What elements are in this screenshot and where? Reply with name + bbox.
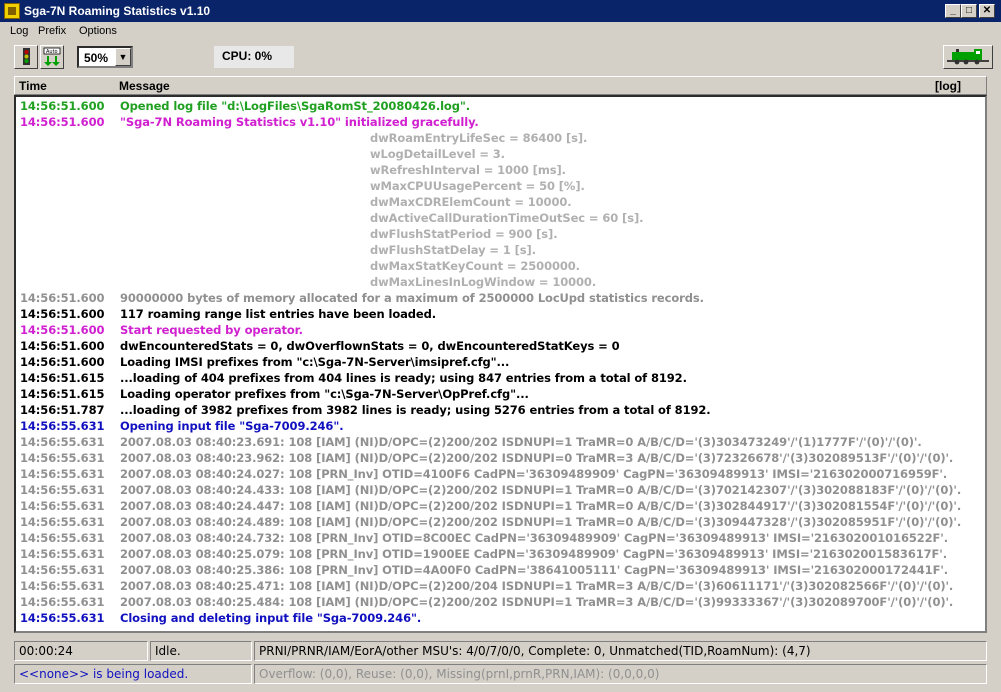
- log-time: 14:56:51.600: [20, 115, 105, 129]
- log-message: dwRoamEntryLifeSec = 86400 [s].: [370, 131, 588, 145]
- log-message: ...loading of 404 prefixes from 404 line…: [120, 371, 687, 385]
- overflow-status: Overflow: (0,0), Reuse: (0,0), Missing(p…: [254, 664, 987, 684]
- train-button[interactable]: [943, 45, 993, 69]
- log-time: 14:56:51.600: [20, 99, 105, 113]
- zoom-select[interactable]: 50% ▼: [77, 46, 133, 68]
- log-time: 14:56:55.631: [20, 531, 105, 545]
- log-time: 14:56:51.615: [20, 371, 105, 385]
- log-message: 2007.08.03 08:40:25.484: 108 [IAM] (NI)D…: [120, 595, 954, 609]
- auto-scroll-button[interactable]: Auto: [40, 45, 64, 69]
- log-time: 14:56:51.600: [20, 355, 105, 369]
- log-message: dwMaxCDRElemCount = 10000.: [370, 195, 572, 209]
- log-message: 90000000 bytes of memory allocated for a…: [120, 291, 704, 305]
- log-message: 2007.08.03 08:40:24.489: 108 [IAM] (NI)D…: [120, 515, 962, 529]
- message-column-header[interactable]: Message: [119, 79, 170, 93]
- log-time: 14:56:55.631: [20, 595, 105, 609]
- window-title: Sga-7N Roaming Statistics v1.10: [24, 4, 211, 18]
- zoom-value: 50%: [84, 51, 109, 65]
- log-time: 14:56:55.631: [20, 515, 105, 529]
- log-message: dwEncounteredStats = 0, dwOverflownStats…: [120, 339, 620, 353]
- log-time: 14:56:51.600: [20, 339, 105, 353]
- log-column-header-label[interactable]: [log]: [935, 79, 961, 93]
- log-message: dwMaxLinesInLogWindow = 10000.: [370, 275, 597, 289]
- log-message: 117 roaming range list entries have been…: [120, 307, 437, 321]
- log-message: 2007.08.03 08:40:24.447: 108 [IAM] (NI)D…: [120, 499, 962, 513]
- log-message: 2007.08.03 08:40:23.691: 108 [IAM] (NI)D…: [120, 435, 922, 449]
- log-list[interactable]: 14:56:51.600 Opened log file "d:\LogFiles…: [14, 95, 987, 633]
- time-column-header[interactable]: Time: [19, 79, 47, 93]
- log-time: 14:56:51.600: [20, 291, 105, 305]
- log-message: 2007.08.03 08:40:24.027: 108 [PRN_Inv] O…: [120, 467, 948, 481]
- train-icon: [947, 49, 989, 65]
- log-time: 14:56:55.631: [20, 451, 105, 465]
- log-message: wMaxCPUUsagePercent = 50 [%].: [370, 179, 585, 193]
- log-time: 14:56:55.631: [20, 499, 105, 513]
- log-message: Opened log file "d:\LogFiles\SgaRomSt_20…: [120, 99, 471, 113]
- log-message: dwFlushStatPeriod = 900 [s].: [370, 227, 558, 241]
- traffic-light-icon: [23, 48, 30, 65]
- chevron-down-icon[interactable]: ▼: [115, 48, 131, 66]
- log-message: Closing and deleting input file "Sga-700…: [120, 611, 422, 625]
- log-message: ...loading of 3982 prefixes from 3982 li…: [120, 403, 711, 417]
- log-time: 14:56:51.615: [20, 387, 105, 401]
- log-message: dwFlushStatDelay = 1 [s].: [370, 243, 536, 257]
- menu-bar: Log Prefix Options: [0, 22, 1001, 41]
- log-time: 14:56:51.787: [20, 403, 105, 417]
- maximize-button[interactable]: □: [961, 4, 977, 18]
- minimize-button[interactable]: _: [945, 4, 961, 18]
- log-time: 14:56:55.631: [20, 611, 105, 625]
- log-message: dwMaxStatKeyCount = 2500000.: [370, 259, 580, 273]
- log-message: 2007.08.03 08:40:24.433: 108 [IAM] (NI)D…: [120, 483, 962, 497]
- log-time: 14:56:51.600: [20, 323, 105, 337]
- close-button[interactable]: ✕: [979, 4, 995, 18]
- loading-status: <<none>> is being loaded.: [14, 664, 252, 684]
- log-message: 2007.08.03 08:40:25.471: 108 [IAM] (NI)D…: [120, 579, 954, 593]
- cpu-indicator: CPU: 0%: [214, 46, 294, 68]
- log-message: wLogDetailLevel = 3.: [370, 147, 505, 161]
- log-time: 14:56:55.631: [20, 563, 105, 577]
- log-message: Loading IMSI prefixes from "c:\Sga-7N-Se…: [120, 355, 510, 369]
- log-message: wRefreshInterval = 1000 [ms].: [370, 163, 566, 177]
- auto-scroll-icon: Auto: [43, 47, 61, 66]
- log-message: 2007.08.03 08:40:25.079: 108 [PRN_Inv] O…: [120, 547, 947, 561]
- log-message: Opening input file "Sga-7009.246".: [120, 419, 344, 433]
- toolbar: Auto 50% ▼ CPU: 0%: [0, 41, 1001, 73]
- log-message: "Sga-7N Roaming Statistics v1.10" initia…: [120, 115, 479, 129]
- title-bar: Sga-7N Roaming Statistics v1.10 _ □ ✕: [0, 0, 1001, 22]
- traffic-light-button[interactable]: [14, 45, 38, 69]
- log-time: 14:56:51.600: [20, 307, 105, 321]
- log-message: 2007.08.03 08:40:24.732: 108 [PRN_Inv] O…: [120, 531, 948, 545]
- log-time: 14:56:55.631: [20, 435, 105, 449]
- log-column-header: Time Message [log]: [14, 76, 987, 95]
- log-message: 2007.08.03 08:40:25.386: 108 [PRN_Inv] O…: [120, 563, 949, 577]
- log-message: 2007.08.03 08:40:23.962: 108 [IAM] (NI)D…: [120, 451, 954, 465]
- log-message: Start requested by operator.: [120, 323, 303, 337]
- app-icon[interactable]: [4, 3, 20, 19]
- status-state: Idle.: [150, 641, 252, 661]
- menu-prefix[interactable]: Prefix: [38, 25, 66, 37]
- log-time: 14:56:55.631: [20, 579, 105, 593]
- elapsed-time: 00:00:24: [14, 641, 148, 661]
- menu-log[interactable]: Log: [10, 25, 28, 37]
- msu-counters: PRNI/PRNR/IAM/EorA/other MSU's: 4/0/7/0/…: [254, 641, 987, 661]
- menu-options[interactable]: Options: [79, 25, 117, 37]
- log-time: 14:56:55.631: [20, 547, 105, 561]
- svg-text:Auto: Auto: [46, 49, 58, 55]
- log-message: Loading operator prefixes from "c:\Sga-7…: [120, 387, 529, 401]
- log-time: 14:56:55.631: [20, 467, 105, 481]
- log-time: 14:56:55.631: [20, 419, 105, 433]
- log-message: dwActiveCallDurationTimeOutSec = 60 [s].: [370, 211, 644, 225]
- log-time: 14:56:55.631: [20, 483, 105, 497]
